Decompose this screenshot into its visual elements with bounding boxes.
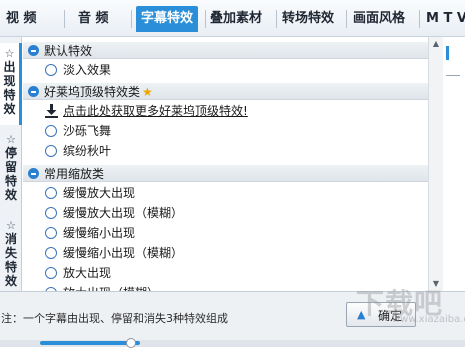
category-label: 常用缩放类: [44, 167, 105, 181]
tab-overlay-material[interactable]: 叠加素材: [210, 6, 262, 32]
sidebar-item-label: 消失特效: [4, 232, 17, 288]
list-item[interactable]: 缓慢缩小出现: [23, 223, 428, 243]
link-label[interactable]: 点击此处获取更多好莱坞顶级特效!: [63, 101, 248, 121]
tab-mtv[interactable]: M T V: [426, 6, 465, 32]
star-outline-icon: ☆: [6, 133, 16, 146]
timeline-slider-track[interactable]: [40, 341, 140, 345]
radio-button[interactable]: [45, 64, 57, 76]
watermark-url: www.xiazaiba.com: [392, 314, 465, 325]
download-icon: [45, 104, 58, 118]
effect-label: 缓慢缩小出现（模糊）: [63, 246, 184, 260]
radio-button[interactable]: [45, 227, 57, 239]
star-outline-icon: ☆: [6, 219, 16, 232]
effect-label: 缓慢放大出现（模糊）: [63, 206, 184, 220]
tab-transition-effects[interactable]: 转场特效: [282, 6, 334, 32]
radio-button[interactable]: [45, 187, 57, 199]
list-scrollbar[interactable]: ▲ ▼: [428, 37, 443, 291]
effect-tab-bar: 视 频 音 频 字幕特效 叠加素材 转场特效 画面风格 M T V: [0, 0, 465, 37]
sidebar-item-label: 出现特效: [3, 60, 16, 116]
list-item[interactable]: 淡入效果: [23, 60, 428, 80]
sidebar-item-stay[interactable]: ☆ 停留特效: [0, 129, 22, 211]
footer-note: 注：一个字幕由出现、停留和消失3种特效组成: [1, 312, 228, 325]
effect-label: 淡入效果: [63, 63, 112, 77]
get-more-effects-link[interactable]: 点击此处获取更多好莱坞顶级特效!: [23, 101, 428, 121]
collapse-icon[interactable]: [28, 168, 39, 179]
category-label: 默认特效: [44, 44, 93, 58]
tab-audio[interactable]: 音 频: [78, 6, 109, 32]
selection-marker: [446, 46, 449, 60]
tab-divider: [205, 10, 206, 28]
radio-button[interactable]: [45, 125, 57, 137]
list-item[interactable]: 缓慢放大出现（模糊）: [23, 203, 428, 223]
effect-label: 沙砾飞舞: [63, 124, 112, 138]
collapse-icon[interactable]: [28, 86, 39, 97]
tab-picture-style[interactable]: 画面风格: [353, 6, 405, 32]
effect-label: 缤纷秋叶: [63, 144, 112, 158]
category-header-zoom[interactable]: 常用缩放类: [23, 164, 428, 182]
list-item[interactable]: 沙砾飞舞: [23, 121, 428, 141]
category-header-hollywood[interactable]: 好莱坞顶级特效类 ★: [23, 82, 428, 100]
list-item[interactable]: 放大出现: [23, 263, 428, 283]
star-outline-icon: ☆: [4, 47, 15, 60]
divider: [446, 75, 460, 76]
effect-label: 放大出现（模糊）: [63, 283, 159, 291]
tab-subtitle-effects[interactable]: 字幕特效: [136, 6, 199, 32]
list-item[interactable]: 缤纷秋叶: [23, 141, 428, 161]
effect-type-sidebar: ☆ 出现特效 ☆ 停留特效 ☆ 消失特效: [0, 37, 22, 291]
category-header-default[interactable]: 默认特效: [23, 41, 428, 59]
effect-list: 默认特效 淡入效果 好莱坞顶级特效类 ★ 点击此处获取更多好莱坞顶级特效! 沙砾…: [23, 37, 428, 291]
sidebar-item-disappear[interactable]: ☆ 消失特效: [0, 215, 22, 291]
effect-label: 缓慢缩小出现: [63, 226, 136, 240]
sidebar-item-appear[interactable]: ☆ 出现特效: [0, 43, 22, 125]
radio-button[interactable]: [45, 267, 57, 279]
radio-button[interactable]: [45, 247, 57, 259]
sidebar-item-label: 停留特效: [4, 146, 17, 202]
list-item[interactable]: 缓慢放大出现: [23, 183, 428, 203]
effect-label: 缓慢放大出现: [63, 186, 136, 200]
tab-divider: [131, 10, 132, 28]
radio-button[interactable]: [45, 207, 57, 219]
collapse-icon[interactable]: [28, 45, 39, 56]
tab-divider: [346, 10, 347, 28]
tab-divider: [419, 10, 420, 28]
tab-video[interactable]: 视 频: [6, 6, 37, 32]
tab-divider: [276, 10, 277, 28]
list-item[interactable]: 缓慢缩小出现（模糊）: [23, 243, 428, 263]
scroll-up-arrow-icon[interactable]: ▲: [429, 37, 443, 51]
star-icon: ★: [142, 85, 153, 99]
category-label: 好莱坞顶级特效类: [44, 85, 141, 99]
effect-label: 放大出现: [63, 266, 112, 280]
radio-button[interactable]: [45, 145, 57, 157]
tab-divider: [64, 10, 65, 28]
